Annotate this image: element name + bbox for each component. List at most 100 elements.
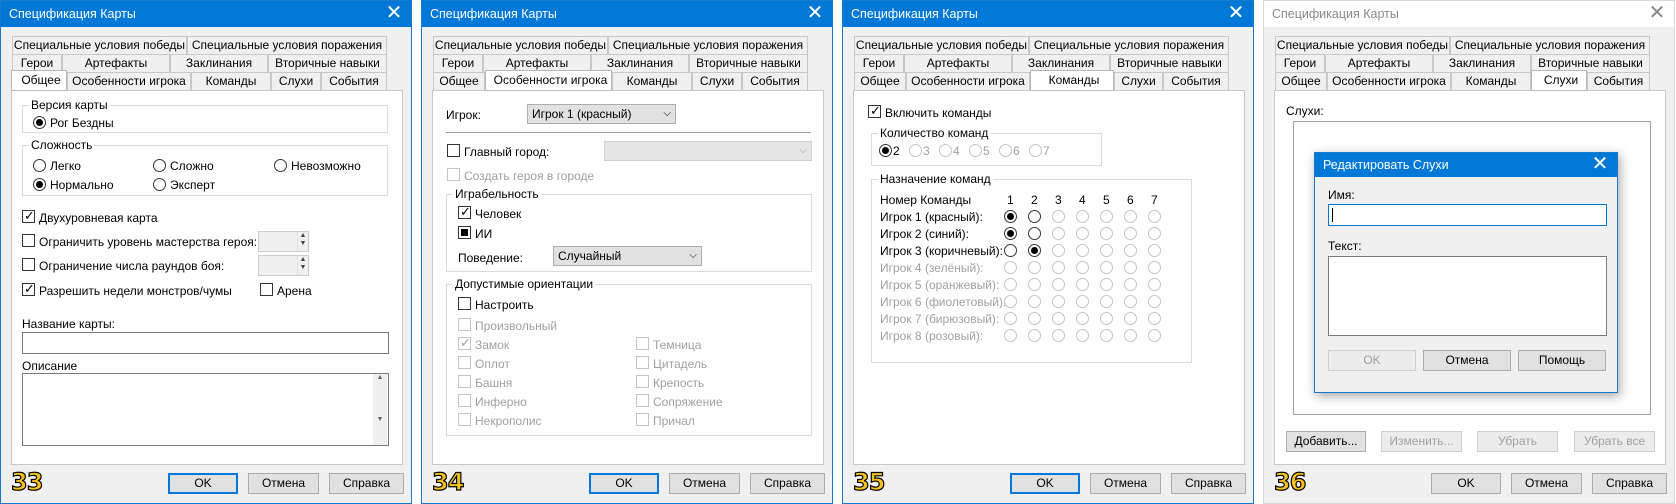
- team-assign-radio[interactable]: [1052, 312, 1065, 325]
- tab-rumors[interactable]: Слухи: [692, 72, 742, 90]
- team-assign-radio[interactable]: [1028, 312, 1041, 325]
- team-count-6-radio[interactable]: [999, 144, 1012, 157]
- team-assign-radio[interactable]: [1004, 261, 1017, 274]
- inferno-checkbox[interactable]: [458, 394, 471, 407]
- tab-heroes[interactable]: Герои: [1275, 54, 1325, 72]
- team-assign-radio[interactable]: [1124, 210, 1137, 223]
- behavior-select[interactable]: Случайный ⌵: [553, 246, 702, 266]
- tab-rumors[interactable]: Слухи: [271, 72, 321, 90]
- human-checkbox[interactable]: ✓: [458, 204, 471, 219]
- tower-checkbox[interactable]: [458, 375, 471, 388]
- spin-arrows-icon[interactable]: ▲ ▼: [297, 256, 308, 275]
- team-assign-radio[interactable]: [1148, 261, 1161, 274]
- team-assign-radio[interactable]: [1052, 210, 1065, 223]
- conflux-checkbox[interactable]: [636, 394, 649, 407]
- ok-button[interactable]: OK: [589, 473, 659, 494]
- tab-loss[interactable]: Специальные условия поражения: [1029, 36, 1229, 54]
- tab-rumors[interactable]: Слухи: [1531, 70, 1587, 91]
- popup-title-bar[interactable]: Редактировать Слухи ✕: [1315, 153, 1617, 177]
- team-assign-radio[interactable]: [1148, 312, 1161, 325]
- team-assign-radio[interactable]: [1028, 329, 1041, 342]
- team-assign-radio[interactable]: [1076, 261, 1089, 274]
- tab-rumors[interactable]: Слухи: [1114, 72, 1163, 90]
- description-textarea[interactable]: ▲ ▼: [22, 373, 389, 446]
- tab-general[interactable]: Общее: [11, 70, 67, 91]
- team-count-2-radio[interactable]: [879, 144, 892, 157]
- team-assign-radio[interactable]: [1124, 244, 1137, 257]
- team-assign-radio[interactable]: [1004, 329, 1017, 342]
- tab-heroes[interactable]: Герои: [433, 54, 483, 72]
- team-assign-radio[interactable]: [1028, 278, 1041, 291]
- team-assign-radio[interactable]: [1148, 295, 1161, 308]
- tab-victory[interactable]: Специальные условия победы: [854, 36, 1029, 54]
- tab-events[interactable]: События: [742, 72, 808, 90]
- tab-victory[interactable]: Специальные условия победы: [433, 36, 608, 54]
- team-assign-radio[interactable]: [1076, 244, 1089, 257]
- spin-arrows-icon[interactable]: ▲ ▼: [297, 232, 308, 251]
- team-assign-radio[interactable]: [1100, 278, 1113, 291]
- cancel-button[interactable]: Отмена: [669, 473, 740, 494]
- team-assign-radio[interactable]: [1148, 278, 1161, 291]
- team-count-4-radio[interactable]: [939, 144, 952, 157]
- tab-teams[interactable]: Команды: [1030, 70, 1114, 91]
- team-assign-radio[interactable]: [1076, 329, 1089, 342]
- two-level-checkbox[interactable]: ✓: [22, 208, 35, 223]
- team-assign-radio[interactable]: [1124, 312, 1137, 325]
- cove-checkbox[interactable]: [636, 413, 649, 426]
- tab-player-specs[interactable]: Особенности игрока: [906, 72, 1030, 90]
- limit-mastery-checkbox[interactable]: [22, 234, 35, 247]
- tab-loss[interactable]: Специальные условия поражения: [187, 36, 387, 54]
- tab-loss[interactable]: Специальные условия поражения: [608, 36, 808, 54]
- tab-teams[interactable]: Команды: [1451, 72, 1531, 90]
- help-button[interactable]: Справка: [1171, 473, 1246, 494]
- ok-button[interactable]: OK: [168, 473, 238, 494]
- difficulty-normal-radio[interactable]: [33, 178, 46, 191]
- tab-teams[interactable]: Команды: [191, 72, 271, 90]
- tab-player-specs[interactable]: Особенности игрока: [485, 70, 612, 91]
- team-assign-radio[interactable]: [1100, 227, 1113, 240]
- tab-teams[interactable]: Команды: [612, 72, 692, 90]
- tab-skills[interactable]: Вторичные навыки: [689, 54, 808, 72]
- remove-rumor-button[interactable]: Убрать: [1477, 431, 1558, 452]
- tab-skills[interactable]: Вторичные навыки: [268, 54, 387, 72]
- arena-checkbox[interactable]: [260, 283, 273, 296]
- tab-spells[interactable]: Заклинания: [1433, 54, 1531, 72]
- tab-skills[interactable]: Вторичные навыки: [1110, 54, 1229, 72]
- necropolis-checkbox[interactable]: [458, 413, 471, 426]
- ai-checkbox[interactable]: [458, 226, 471, 239]
- difficulty-expert-radio[interactable]: [153, 178, 166, 191]
- tab-artifacts[interactable]: Артефакты: [904, 54, 1012, 72]
- rumor-text-textarea[interactable]: [1328, 256, 1607, 336]
- help-button[interactable]: Справка: [1592, 473, 1667, 494]
- fortress-checkbox[interactable]: [636, 375, 649, 388]
- tab-general[interactable]: Общее: [433, 72, 485, 90]
- rumor-name-input[interactable]: [1328, 204, 1607, 226]
- team-count-7-radio[interactable]: [1029, 144, 1042, 157]
- team-assign-radio[interactable]: [1100, 210, 1113, 223]
- team-assign-radio[interactable]: [1124, 329, 1137, 342]
- edit-rumor-button[interactable]: Изменить...: [1381, 431, 1462, 452]
- team-assign-radio[interactable]: [1076, 278, 1089, 291]
- difficulty-easy-radio[interactable]: [33, 159, 46, 172]
- close-icon[interactable]: ✕: [1583, 153, 1617, 177]
- cancel-button[interactable]: Отмена: [1511, 473, 1582, 494]
- main-town-checkbox[interactable]: [447, 144, 460, 157]
- team-assign-radio[interactable]: [1076, 210, 1089, 223]
- tab-player-specs[interactable]: Особенности игрока: [67, 72, 191, 90]
- team-assign-radio[interactable]: [1076, 227, 1089, 240]
- tab-artifacts[interactable]: Артефакты: [62, 54, 170, 72]
- tab-spells[interactable]: Заклинания: [170, 54, 268, 72]
- team-assign-radio[interactable]: [1004, 210, 1017, 223]
- cancel-button[interactable]: Отмена: [248, 473, 319, 494]
- popup-cancel-button[interactable]: Отмена: [1423, 350, 1511, 371]
- rampart-checkbox[interactable]: [458, 356, 471, 369]
- team-count-3-radio[interactable]: [909, 144, 922, 157]
- team-assign-radio[interactable]: [1052, 227, 1065, 240]
- remove-all-button[interactable]: Убрать все: [1574, 431, 1655, 452]
- team-assign-radio[interactable]: [1100, 261, 1113, 274]
- allow-weeks-checkbox[interactable]: ✓: [22, 281, 35, 296]
- team-assign-radio[interactable]: [1100, 295, 1113, 308]
- tab-victory[interactable]: Специальные условия победы: [12, 36, 187, 54]
- add-rumor-button[interactable]: Добавить...: [1286, 431, 1366, 452]
- limit-rounds-checkbox[interactable]: [22, 258, 35, 271]
